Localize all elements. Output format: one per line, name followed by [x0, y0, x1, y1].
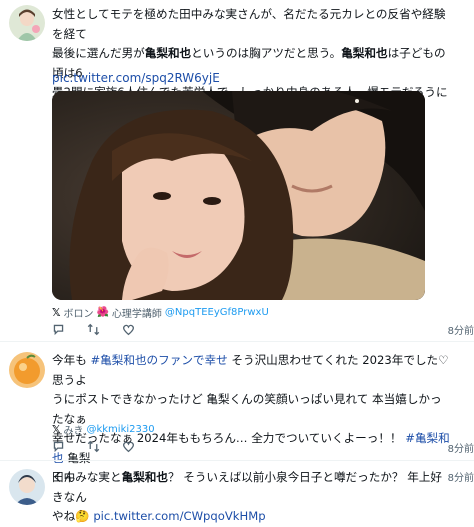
highlight-text: 亀梨和也: [341, 46, 388, 60]
tweet-2[interactable]: 今年も #亀梨和也のファンで幸せ そう沢山思わせてくれた 2023年でした♡ 思…: [0, 342, 474, 484]
reply-icon[interactable]: [52, 440, 65, 453]
x-logo-icon: 𝕏: [52, 306, 61, 319]
credit-user: みき: [63, 426, 84, 437]
pic-link[interactable]: pic.twitter.com/spq2RW6yjE: [52, 71, 220, 85]
timestamp[interactable]: 8分前: [448, 469, 474, 484]
hashtag-link[interactable]: pic.twitter.com/CWpqoVkHMp: [93, 509, 265, 523]
tweet-text-line: 田中みな実と亀梨和也？ そういえば以前小泉今日子と噂だったか？ 年上好きなん: [52, 468, 452, 507]
timestamp[interactable]: 8分前: [448, 440, 474, 455]
retweet-icon[interactable]: [87, 323, 100, 336]
tweet-text-line: 女性としてモテを極めた田中みな実さんが、名だたる元カレとの反省や経験を経て: [52, 5, 452, 44]
credit-handle[interactable]: @NpqTEEyGf8PrwxU: [165, 307, 269, 318]
highlight-text: 亀梨和也: [144, 46, 192, 60]
credit-handle[interactable]: @kkmiki2330: [86, 424, 154, 435]
photo-credit[interactable]: 𝕏 ボロン 🌺 心理学講師 @NpqTEEyGf8PrwxU: [52, 305, 269, 321]
like-icon[interactable]: [122, 440, 135, 453]
tweet-1[interactable]: 女性としてモテを極めた田中みな実さんが、名だたる元カレとの反省や経験を経て最後に…: [0, 0, 474, 340]
text-segment: うにポストできなかったけど 亀梨くんの笑顔いっぱい見れて 本当嬉しかったなぁ: [52, 392, 442, 426]
text-segment: 女性としてモテを極めた田中みな実さんが、名だたる元カレとの反省や経験を経て: [52, 7, 446, 41]
text-segment: 今年も: [52, 353, 91, 367]
x-logo-icon: 𝕏: [52, 423, 61, 436]
text-segment: というのは胸アツだと思う。: [191, 46, 342, 60]
credit-user: ボロン: [63, 309, 94, 320]
tweet-text: 田中みな実と亀梨和也？ そういえば以前小泉今日子と噂だったか？ 年上好きなん やね…: [52, 468, 452, 527]
reply-icon[interactable]: [52, 323, 65, 336]
photo-credit[interactable]: 𝕏 みき @kkmiki2330: [52, 422, 155, 438]
hashtag-link[interactable]: #亀梨和也のファンで幸せ: [90, 353, 227, 367]
tweet-actions: [52, 440, 135, 453]
tweet-text-line: やね🤔 pic.twitter.com/CWpqoVkHMp: [52, 507, 452, 527]
credit-title: 心理学講師: [111, 309, 162, 320]
avatar[interactable]: [9, 5, 45, 41]
timestamp[interactable]: 8分前: [448, 322, 474, 337]
highlight-text: 亀梨和也: [121, 470, 168, 484]
text-segment: 最後に選んだ男が: [52, 46, 145, 60]
retweet-icon[interactable]: [87, 440, 100, 453]
tweet-3[interactable]: 田中みな実と亀梨和也？ そういえば以前小泉今日子と噂だったか？ 年上好きなんやね…: [0, 461, 474, 523]
avatar[interactable]: [9, 352, 45, 388]
text-segment: やね🤔: [52, 509, 94, 523]
tweet-actions: [52, 323, 135, 336]
tweet-text-line: 今年も #亀梨和也のファンで幸せ そう沢山思わせてくれた 2023年でした♡ 思…: [52, 351, 452, 390]
like-icon[interactable]: [122, 323, 135, 336]
tweet-photo[interactable]: [52, 91, 425, 300]
credit-emoji: 🌺: [96, 307, 109, 318]
text-segment: 田中みな実と: [52, 470, 122, 484]
